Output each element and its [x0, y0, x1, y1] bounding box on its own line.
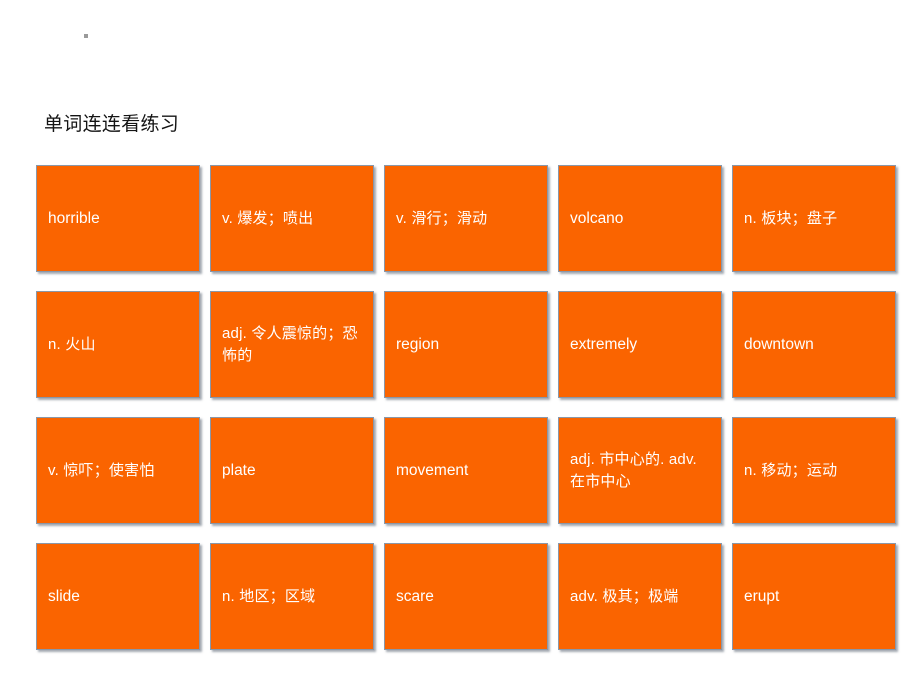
- slide-canvas: 单词连连看练习 horrible v. 爆发；喷出 v. 滑行；滑动 volcano n…: [0, 0, 920, 690]
- word-card[interactable]: scare: [384, 543, 548, 650]
- word-card-label: adv. 极其；极端: [570, 587, 679, 605]
- word-card[interactable]: downtown: [732, 291, 896, 398]
- word-card[interactable]: adj. 令人震惊的；恐怖的: [210, 291, 374, 398]
- word-card-label: adj. 令人震惊的；恐怖的: [222, 324, 358, 364]
- word-card-label: v. 惊吓；使害怕: [48, 461, 155, 479]
- word-card[interactable]: adj. 市中心的. adv. 在市中心: [558, 417, 722, 524]
- word-card[interactable]: v. 惊吓；使害怕: [36, 417, 200, 524]
- word-card-label: downtown: [744, 335, 814, 353]
- corner-dot-mark: [84, 34, 88, 38]
- word-card-label: scare: [396, 587, 434, 605]
- word-card[interactable]: n. 地区；区域: [210, 543, 374, 650]
- word-card-label: region: [396, 335, 440, 353]
- word-card-label: volcano: [570, 209, 624, 227]
- word-card[interactable]: n. 火山: [36, 291, 200, 398]
- word-card-label: slide: [48, 587, 80, 605]
- page-title: 单词连连看练习: [44, 113, 180, 135]
- word-card-label: adj. 市中心的. adv. 在市中心: [570, 450, 697, 490]
- word-card[interactable]: erupt: [732, 543, 896, 650]
- word-card-label: n. 移动；运动: [744, 461, 838, 479]
- word-card[interactable]: movement: [384, 417, 548, 524]
- word-card-label: erupt: [744, 587, 780, 605]
- word-card[interactable]: extremely: [558, 291, 722, 398]
- word-card-label: v. 爆发；喷出: [222, 209, 314, 227]
- word-card-label: n. 地区；区域: [222, 587, 316, 605]
- word-card[interactable]: horrible: [36, 165, 200, 272]
- word-card[interactable]: plate: [210, 417, 374, 524]
- word-card[interactable]: n. 板块；盘子: [732, 165, 896, 272]
- word-match-card-grid: horrible v. 爆发；喷出 v. 滑行；滑动 volcano n. 板块；盘子 n…: [36, 165, 896, 650]
- word-card[interactable]: region: [384, 291, 548, 398]
- word-card-label: v. 滑行；滑动: [396, 209, 488, 227]
- word-card-label: n. 板块；盘子: [744, 209, 838, 227]
- word-card[interactable]: v. 爆发；喷出: [210, 165, 374, 272]
- word-card[interactable]: volcano: [558, 165, 722, 272]
- word-card-label: n. 火山: [48, 335, 96, 353]
- word-card[interactable]: n. 移动；运动: [732, 417, 896, 524]
- word-card[interactable]: adv. 极其；极端: [558, 543, 722, 650]
- word-card-label: extremely: [570, 335, 638, 353]
- word-card[interactable]: v. 滑行；滑动: [384, 165, 548, 272]
- word-card-label: plate: [222, 461, 256, 479]
- word-card-label: movement: [396, 461, 469, 479]
- word-card[interactable]: slide: [36, 543, 200, 650]
- word-card-label: horrible: [48, 209, 100, 227]
